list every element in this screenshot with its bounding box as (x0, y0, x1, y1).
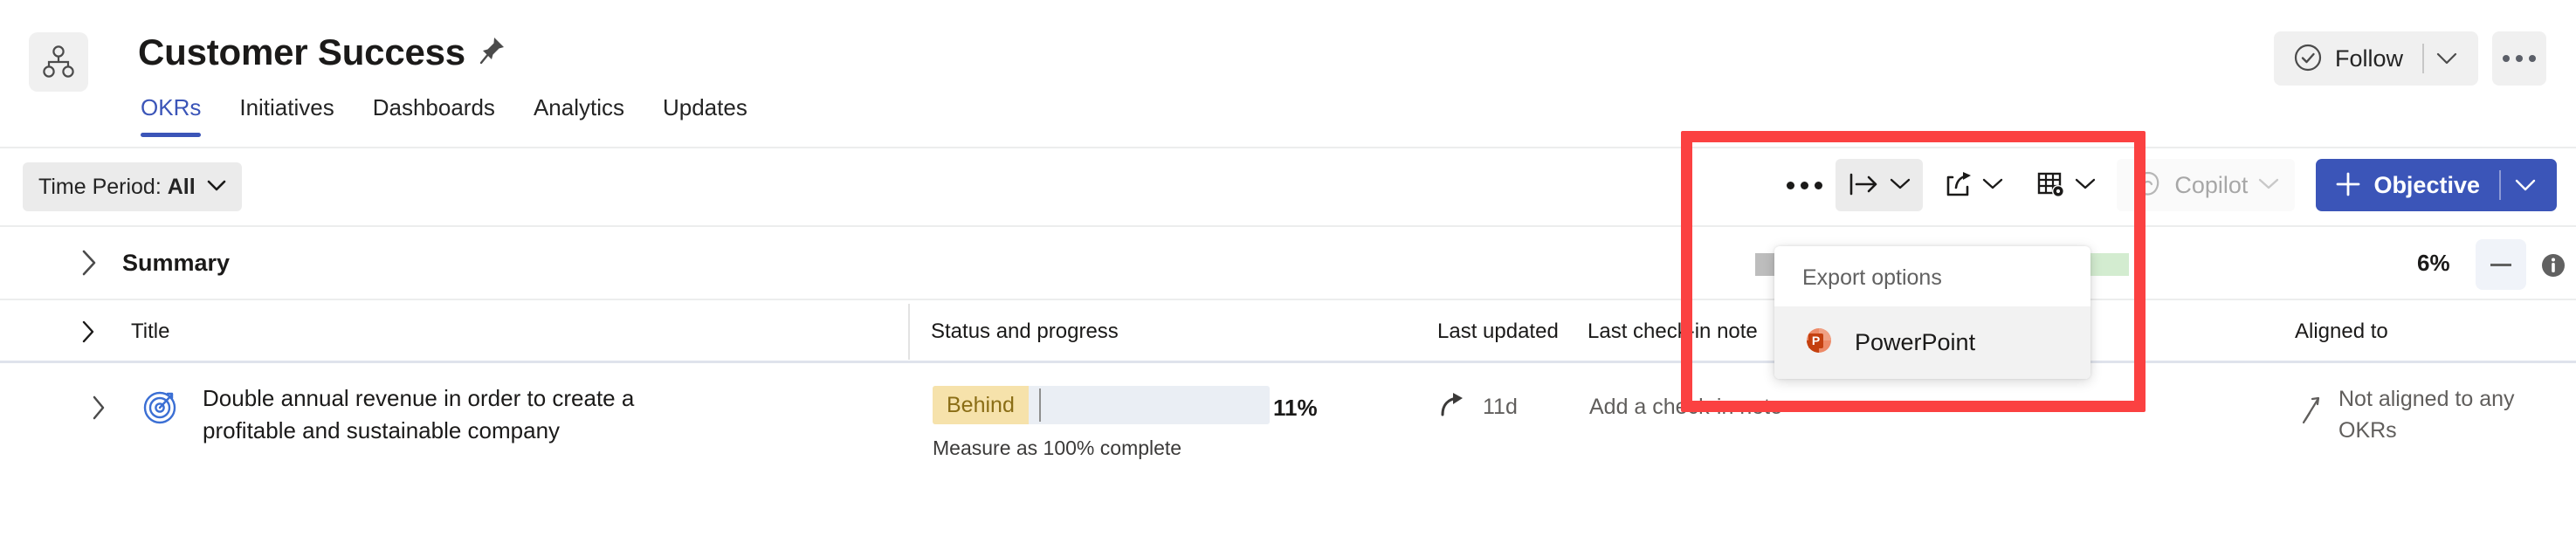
export-options-menu: Export options P PowerPoint (1774, 246, 2090, 379)
more-horizontal-icon (2503, 55, 2536, 62)
table-row[interactable]: Double annual revenue in order to create… (0, 363, 2576, 459)
powerpoint-icon: P (1802, 324, 1836, 361)
time-period-label: Time Period: All (38, 174, 196, 199)
svg-text:P: P (1812, 333, 1820, 347)
export-option-label: PowerPoint (1855, 329, 1976, 355)
summary-label: Summary (122, 249, 231, 276)
row-title[interactable]: Double annual revenue in order to create… (203, 382, 727, 447)
header-actions: Follow (2273, 31, 2546, 86)
plus-icon (2335, 171, 2361, 200)
table-header-row: Title Status and progress Last updated L… (0, 300, 2576, 363)
tab-bar: OKRs Initiatives Dashboards Analytics Up… (135, 94, 767, 137)
title-row: Customer Success (138, 31, 506, 73)
more-horizontal-icon (1786, 181, 1822, 189)
table-settings-icon (2036, 170, 2066, 201)
export-arrow-icon (1848, 172, 1881, 199)
chevron-down-icon (1982, 178, 2003, 193)
tab-analytics[interactable]: Analytics (514, 94, 644, 137)
page-title: Customer Success (138, 31, 465, 72)
okr-table: Title Status and progress Last updated L… (0, 300, 2576, 459)
toolbar-overflow-button[interactable] (1780, 161, 1829, 210)
time-period-filter[interactable]: Time Period: All (23, 162, 242, 211)
chevron-down-icon[interactable] (2515, 179, 2548, 192)
export-button[interactable] (1836, 159, 1924, 211)
status-label: Behind (947, 392, 1015, 417)
share-icon (1944, 170, 1973, 201)
chevron-right-icon[interactable] (80, 249, 98, 277)
pin-icon[interactable] (479, 36, 506, 70)
share-button[interactable] (1932, 159, 2015, 211)
progress-track: Behind (933, 386, 1270, 424)
status-and-progress[interactable]: Behind (933, 386, 1270, 424)
objective-target-icon (141, 388, 180, 430)
summary-row[interactable]: Summary 6% (0, 225, 2576, 300)
org-chart-icon (29, 32, 88, 92)
header-more-button[interactable] (2492, 31, 2546, 86)
export-options-heading: Export options (1802, 265, 1942, 290)
add-objective-button[interactable]: Objective (2316, 159, 2557, 211)
follow-button[interactable]: Follow (2273, 31, 2478, 86)
copilot-label: Copilot (2174, 171, 2249, 198)
tab-initiatives[interactable]: Initiatives (220, 94, 353, 137)
page-header: Customer Success OKRs Initiatives Dashbo… (0, 0, 2576, 148)
chevron-down-icon (2258, 178, 2279, 193)
add-objective-label: Objective (2373, 171, 2480, 198)
toolbar: Time Period: All Copilot Objective (0, 148, 2576, 225)
add-checkin-note-link[interactable]: Add a check-in note (1589, 395, 1782, 420)
tab-dashboards[interactable]: Dashboards (354, 94, 514, 137)
time-period-value: All (167, 174, 196, 199)
measure-note: Measure as 100% complete (933, 437, 1182, 459)
alignment-icon (2298, 393, 2326, 432)
share-arrow-icon (1439, 391, 1469, 423)
follow-label: Follow (2334, 45, 2403, 72)
summary-percent: 6% (2417, 250, 2450, 276)
chevron-down-icon (207, 180, 226, 195)
copilot-icon (2132, 170, 2164, 201)
row-percent: 11% (1273, 395, 1318, 421)
collapse-summary-button[interactable] (2476, 239, 2526, 290)
tab-okrs[interactable]: OKRs (135, 94, 220, 137)
chevron-down-icon (1890, 178, 1911, 193)
last-updated-value: 11d (1483, 395, 1518, 419)
divider (2422, 44, 2424, 73)
progress-marker (1039, 388, 1041, 422)
view-settings-button[interactable] (2024, 159, 2108, 211)
checkmark-circle-icon (2293, 43, 2323, 75)
column-header-title[interactable]: Title (131, 300, 169, 363)
column-header-status[interactable]: Status and progress (931, 300, 1119, 363)
status-badge: Behind (933, 386, 1029, 424)
chevron-down-icon[interactable] (2436, 52, 2473, 65)
toolbar-actions: Copilot Objective (1780, 159, 2557, 211)
info-icon[interactable] (2539, 251, 2567, 284)
copilot-button[interactable]: Copilot (2117, 159, 2296, 211)
expand-all-chevron-icon[interactable] (80, 320, 96, 348)
chevron-right-icon[interactable] (91, 395, 107, 425)
column-header-last-updated[interactable]: Last updated (1437, 300, 1559, 363)
export-option-powerpoint[interactable]: P PowerPoint (1774, 306, 2090, 379)
chevron-down-icon (2075, 178, 2096, 193)
aligned-to-value: Not aligned to any OKRs (2338, 387, 2515, 443)
minus-icon (2490, 263, 2511, 266)
column-header-last-checkin[interactable]: Last check-in note (1588, 300, 1758, 363)
column-divider (908, 304, 910, 360)
column-header-aligned-to[interactable]: Aligned to (2295, 300, 2388, 363)
okr-page: Customer Success OKRs Initiatives Dashbo… (0, 0, 2576, 550)
divider (2499, 170, 2501, 200)
tab-updates[interactable]: Updates (644, 94, 767, 137)
